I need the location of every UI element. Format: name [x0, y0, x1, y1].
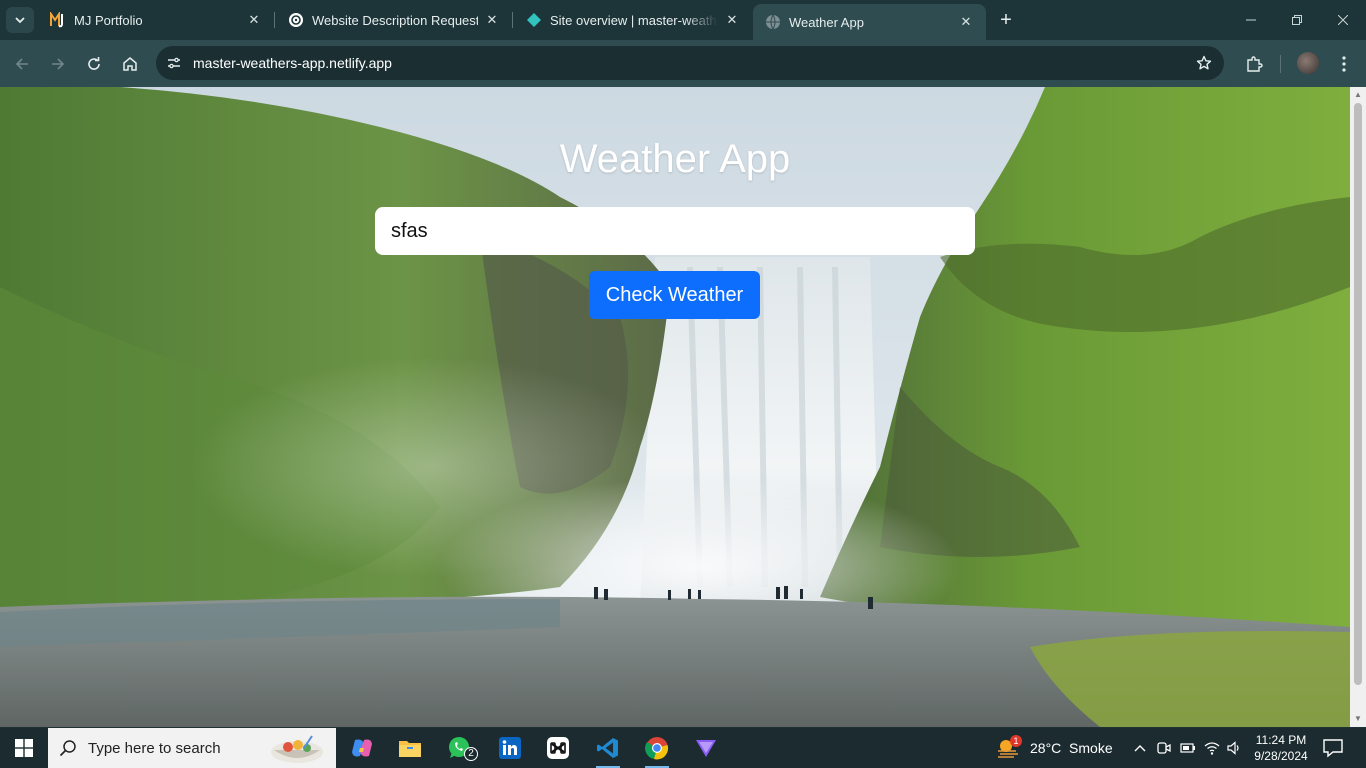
scrollbar-thumb[interactable]	[1354, 103, 1362, 685]
tab-separator	[274, 12, 275, 28]
home-icon	[123, 57, 137, 71]
vscode-icon	[597, 738, 618, 758]
home-button[interactable]	[116, 50, 144, 78]
scroll-up-icon[interactable]: ▲	[1353, 90, 1363, 100]
battery-icon[interactable]	[1180, 740, 1196, 756]
show-hidden-icons-button[interactable]	[1132, 740, 1148, 756]
minimize-button[interactable]	[1228, 0, 1274, 40]
close-icon[interactable]: ✕	[246, 12, 262, 28]
extensions-button[interactable]	[1240, 50, 1268, 78]
site-info-icon[interactable]	[162, 51, 186, 75]
address-bar[interactable]: master-weathers-app.netlify.app	[156, 46, 1224, 80]
taskbar-linkedin[interactable]	[486, 728, 534, 768]
start-button[interactable]	[0, 728, 48, 768]
url-text: master-weathers-app.netlify.app	[193, 55, 392, 71]
windows-logo-icon	[15, 739, 33, 757]
close-window-button[interactable]	[1320, 0, 1366, 40]
netlify-icon	[526, 12, 542, 28]
arrow-right-icon	[52, 58, 65, 70]
tab-search-button[interactable]	[6, 7, 34, 33]
meet-now-icon[interactable]	[1156, 740, 1172, 756]
minimize-icon	[1246, 19, 1256, 21]
notification-icon	[1323, 739, 1343, 758]
folder-icon	[399, 741, 421, 757]
wifi-icon[interactable]	[1204, 740, 1220, 756]
taskbar-search-box[interactable]: Type here to search	[48, 728, 336, 768]
tab-title: Weather App	[789, 14, 864, 30]
linkedin-icon	[499, 737, 521, 759]
windows-taskbar: Type here to search 2 1 28°C Smoke 11:24…	[0, 728, 1366, 768]
profile-avatar[interactable]	[1297, 52, 1319, 74]
chevron-down-icon	[15, 17, 25, 24]
toolbar-separator	[1280, 55, 1281, 73]
weather-app-page: Weather App Check Weather	[0, 87, 1350, 727]
taskbar-arc-browser[interactable]	[682, 728, 730, 768]
search-placeholder: Type here to search	[88, 739, 221, 757]
tab-title: MJ Portfolio	[74, 12, 143, 28]
restore-icon	[1292, 15, 1302, 25]
weather-text: 28°C Smoke	[1030, 740, 1113, 756]
taskbar-weather[interactable]: 1 28°C Smoke	[996, 728, 1113, 768]
waterfall-background-image	[0, 87, 1350, 727]
search-icon	[48, 739, 88, 757]
tab-weather-app[interactable]: Weather App ✕	[753, 4, 986, 40]
reload-button[interactable]	[80, 50, 108, 78]
restore-button[interactable]	[1274, 0, 1320, 40]
tab-website-description[interactable]: Website Description Request ✕	[276, 0, 512, 40]
tab-title: Website Description Request	[312, 12, 478, 28]
back-button[interactable]	[8, 50, 36, 78]
taskbar-whatsapp[interactable]: 2	[436, 728, 484, 768]
capcut-icon	[547, 737, 569, 759]
page-scrollbar[interactable]: ▲ ▼	[1350, 87, 1366, 727]
tab-title: Site overview | master-weathers	[550, 12, 718, 28]
taskbar-vscode[interactable]	[584, 728, 632, 768]
close-icon[interactable]: ✕	[484, 12, 500, 28]
taskbar-file-explorer[interactable]	[386, 728, 434, 768]
whatsapp-badge: 2	[464, 747, 478, 761]
clock-time: 11:24 PM	[1255, 733, 1307, 747]
taskbar-copilot[interactable]	[338, 728, 386, 768]
close-icon[interactable]: ✕	[958, 14, 974, 30]
chevron-up-icon	[1134, 745, 1146, 752]
browser-tab-bar: MJ Portfolio ✕ Website Description Reque…	[0, 0, 1366, 40]
check-weather-button[interactable]: Check Weather	[589, 271, 760, 319]
arc-icon	[696, 740, 716, 757]
taskbar-capcut[interactable]	[534, 728, 582, 768]
clock-date: 9/28/2024	[1254, 749, 1308, 763]
weather-alert-badge: 1	[1010, 735, 1022, 747]
arrow-left-icon	[15, 58, 28, 70]
chrome-icon	[645, 737, 669, 760]
forward-button[interactable]	[44, 50, 72, 78]
close-icon	[1338, 15, 1348, 25]
mj-logo-icon	[50, 12, 66, 28]
openai-icon	[288, 12, 304, 28]
taskbar-clock[interactable]: 11:24 PM 9/28/2024	[1250, 732, 1312, 764]
bookmark-star-icon[interactable]	[1194, 53, 1214, 73]
tab-site-overview[interactable]: Site overview | master-weathers ✕	[514, 0, 752, 40]
taskbar-chrome[interactable]	[633, 728, 681, 768]
tab-mj-portfolio[interactable]: MJ Portfolio ✕	[38, 0, 274, 40]
notification-center-button[interactable]	[1322, 738, 1344, 758]
reload-icon	[88, 57, 100, 70]
more-vertical-icon	[1342, 56, 1346, 72]
city-search-input[interactable]	[375, 207, 975, 255]
new-tab-button[interactable]: +	[994, 8, 1018, 32]
tab-separator	[512, 12, 513, 28]
search-highlight-image	[271, 735, 323, 763]
puzzle-icon	[1247, 56, 1263, 72]
copilot-icon	[352, 739, 372, 757]
page-title: Weather App	[559, 137, 791, 181]
scroll-down-icon[interactable]: ▼	[1353, 714, 1363, 724]
browser-menu-button[interactable]	[1330, 50, 1358, 78]
browser-toolbar: master-weathers-app.netlify.app	[0, 40, 1366, 87]
volume-icon[interactable]	[1226, 740, 1242, 756]
close-icon[interactable]: ✕	[724, 12, 740, 28]
globe-icon	[765, 14, 781, 30]
